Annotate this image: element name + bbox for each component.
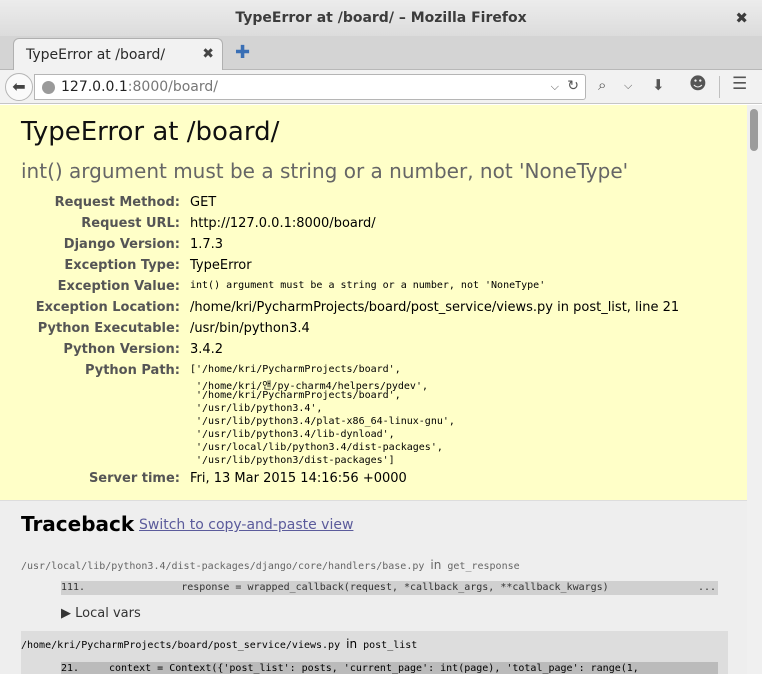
meta-value-django-version: 1.7.3 [190, 237, 224, 252]
error-title: TypeError at /board/ [21, 117, 280, 147]
menu-icon[interactable]: ☰ [732, 74, 747, 94]
code-line-number: 111. [61, 582, 86, 593]
frame-file-path: /usr/local/lib/python3.4/dist-packages/d… [21, 558, 520, 572]
meta-label-request-url: Request URL: [81, 216, 180, 231]
code-context-line[interactable]: 21. context = Context({'post_list': post… [61, 662, 718, 674]
code-expand-ellipsis[interactable]: ... [698, 582, 716, 593]
code-line-number: 21. [61, 663, 80, 674]
python-path-line: '/usr/lib/python3.4/lib-dynload', [190, 429, 395, 440]
reload-icon[interactable]: ↻ [567, 78, 579, 94]
title-bar: TypeError at /board/ – Mozilla Firefox ✖ [0, 0, 762, 36]
meta-value-exception-value: int() argument must be a string or a num… [190, 280, 546, 291]
meta-value-server-time: Fri, 13 Mar 2015 14:16:56 +0000 [190, 471, 407, 486]
back-button[interactable]: ⬅ [5, 73, 33, 101]
python-path-line: ['/home/kri/PycharmProjects/board', [190, 364, 401, 375]
meta-value-exception-type: TypeError [190, 258, 252, 273]
scrollbar-thumb[interactable] [750, 109, 758, 151]
code-context-line[interactable]: 111. response = wrapped_callback(request… [61, 581, 718, 595]
meta-value-request-method: GET [190, 195, 217, 210]
frame-file-name: /home/kri/PycharmProjects/board/post_ser… [21, 640, 341, 651]
meta-label-exception-location: Exception Location: [35, 300, 180, 315]
python-path-line: '/usr/lib/python3.4/plat-x86_64-linux-gn… [190, 416, 455, 427]
traceback-title: Traceback [21, 512, 135, 536]
frame-file-name: /usr/local/lib/python3.4/dist-packages/d… [21, 561, 425, 572]
error-message: int() argument must be a string or a num… [21, 159, 629, 183]
python-path-line: '/usr/lib/python3.4', [190, 403, 323, 414]
python-path-line: '/usr/lib/python3/dist-packages'] [190, 455, 395, 466]
meta-value-request-url: http://127.0.0.1:8000/board/ [190, 216, 376, 231]
frame-in-word: in [430, 558, 442, 572]
tab-typeerror[interactable]: TypeError at /board/ ✖ [13, 38, 223, 71]
window-title: TypeError at /board/ – Mozilla Firefox [235, 10, 527, 26]
navigation-bar: ⬅ 127.0.0.1:8000/board/ ⌵ ↻ ⌕ ⌵ ⬇ ☻ ☰ [0, 70, 762, 104]
code-line-source: context = Context({'post_list': posts, '… [109, 663, 639, 674]
meta-value-python-version: 3.4.2 [190, 342, 224, 357]
meta-label-python-executable: Python Executable: [37, 321, 180, 336]
url-bar[interactable]: 127.0.0.1:8000/board/ ⌵ ↻ [34, 74, 586, 100]
meta-label-python-path: Python Path: [84, 363, 180, 378]
page-content: TypeError at /board/ int() argument must… [0, 105, 747, 674]
globe-icon [42, 81, 55, 94]
url-text[interactable]: 127.0.0.1:8000/board/ [61, 79, 218, 95]
meta-value-exception-location: /home/kri/PycharmProjects/board/post_ser… [190, 300, 680, 315]
page-scrollbar[interactable] [747, 105, 762, 674]
url-history-dropdown-icon[interactable]: ⌵ [551, 80, 559, 94]
traceback-section: Traceback Switch to copy-and-paste view … [0, 501, 747, 674]
tab-strip: TypeError at /board/ ✖ ✚ [0, 36, 762, 71]
frame-file-path: /home/kri/PycharmProjects/board/post_ser… [21, 637, 417, 651]
python-path-line: '/usr/local/lib/python3.4/dist-packages'… [190, 442, 443, 453]
browser-window: TypeError at /board/ – Mozilla Firefox ✖… [0, 0, 762, 674]
meta-value-python-executable: /usr/bin/python3.4 [190, 321, 310, 336]
toolbar-separator [719, 76, 720, 98]
frame-function-name: post_list [363, 640, 418, 651]
meta-label-python-version: Python Version: [63, 342, 180, 357]
meta-label-request-method: Request Method: [54, 195, 180, 210]
search-dropdown-icon[interactable]: ⌵ [624, 79, 632, 93]
error-summary: TypeError at /board/ int() argument must… [0, 105, 747, 501]
switch-copy-paste-link[interactable]: Switch to copy-and-paste view [139, 517, 353, 533]
frame-function-name: get_response [447, 561, 520, 572]
url-path: :8000/board/ [127, 79, 219, 95]
download-icon[interactable]: ⬇ [652, 76, 665, 94]
tab-label: TypeError at /board/ [26, 47, 166, 63]
meta-label-server-time: Server time: [88, 471, 180, 486]
tab-close-icon[interactable]: ✖ [202, 46, 214, 62]
frame-in-word: in [346, 637, 358, 651]
meta-label-exception-type: Exception Type: [64, 258, 180, 273]
meta-label-exception-value: Exception Value: [57, 279, 180, 294]
local-vars-toggle[interactable]: ▶ Local vars [61, 606, 141, 621]
code-line-source: response = wrapped_callback(request, *ca… [109, 582, 609, 593]
python-path-line: '/home/kri/PycharmProjects/board', [190, 390, 401, 401]
search-icon[interactable]: ⌕ [598, 76, 606, 94]
chat-icon[interactable]: ☻ [689, 74, 707, 94]
meta-label-django-version: Django Version: [63, 237, 180, 252]
url-host: 127.0.0.1 [61, 79, 128, 95]
new-tab-icon[interactable]: ✚ [235, 42, 250, 63]
window-close-icon[interactable]: ✖ [735, 9, 748, 27]
